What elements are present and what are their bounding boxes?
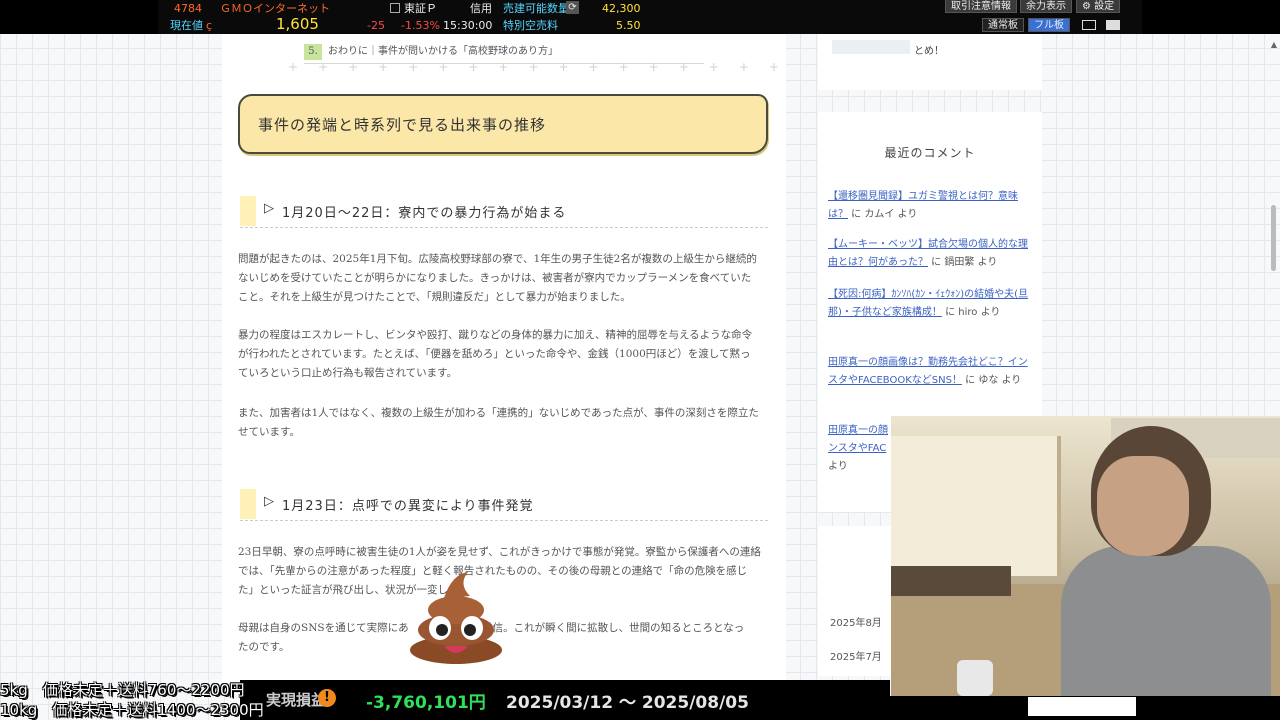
paragraph-3: また、加害者は1人ではなく、複数の上級生が加わる「連携的」ないじめであった点が、… [238, 404, 770, 442]
poop-icon [410, 572, 502, 664]
comment-item: 【死因:何病】ｶﾝｿﾊ(ｶﾝ・ｲｪｳｫﾝ)の結婚や夫(旦那)・子供など家族構成！… [828, 286, 1036, 322]
current-price: 1,605 [276, 15, 319, 33]
decorative-plus-row: ++++++++++++++++++++ [288, 60, 786, 74]
layout-split-icon[interactable] [1106, 20, 1120, 30]
price-mark-icon: ç [206, 19, 213, 32]
price-change-pct: -1.53% [401, 19, 440, 32]
price-time: 15:30:00 [443, 19, 493, 32]
gear-icon: ⚙ [1082, 1, 1095, 12]
subheading-2: ▷ 1月23日：点呼での異変により事件発覚 [240, 487, 768, 521]
pnl-period: 2025/03/12 ～ 2025/08/05 [506, 693, 749, 713]
archive-link[interactable]: 2025年7月 [830, 648, 882, 663]
current-price-label: 現在値 [170, 19, 203, 32]
triangle-icon: ▷ [264, 201, 274, 216]
subheading-1-text: 1月20日〜22日：寮内での暴力行為が始まる [282, 206, 567, 221]
warning-icon: ! [318, 689, 336, 707]
sidebar-top-card: とめ！ [818, 34, 1042, 90]
person-face [1097, 456, 1189, 556]
desk-items [891, 566, 1011, 596]
subheading-1: ▷ 1月20日〜22日：寮内での暴力行為が始まる [240, 194, 768, 228]
recent-comments-title: 最近のコメント [884, 146, 976, 160]
pnl-value: -3,760,101円 [366, 693, 486, 713]
sidebar-top-text: とめ！ [914, 46, 944, 57]
line: が行われたとされています。たとえば、「便器を舐めろ」といった命令や、金銭（100… [238, 348, 751, 360]
main-heading: 事件の発端と時系列で見る出来事の推移 [258, 116, 547, 134]
sell-qty-value: 42,300 [602, 2, 641, 15]
toc-number: 5. [304, 44, 322, 60]
price-line-1: 5kg 価格未定＋送料760～2200円 [0, 681, 245, 699]
triangle-icon: ▷ [264, 494, 274, 509]
paragraph-2: 暴力の程度はエスカレートし、ビンタや殴打、蹴りなどの身体的暴力に加え、精神的屈辱… [238, 326, 770, 383]
line: ないじめを受けていたことが明らかになりました。きっかけは、被害者が寮内でカップラ… [238, 272, 752, 284]
line: 暴力の程度はエスカレートし、ビンタや殴打、蹴りなどの身体的暴力に加え、精神的屈辱… [238, 329, 753, 341]
settings-label: 設定 [1094, 1, 1115, 12]
paragraph-1: 問題が起きたのは、2025年1月下旬。広陵高校野球部の寮で、1年生の男子生徒2名… [238, 250, 770, 307]
line: 問題が起きたのは、2025年1月下旬。広陵高校野球部の寮で、1年生の男子生徒2名… [238, 253, 757, 265]
webcam-overlay [891, 416, 1280, 696]
comment-link[interactable]: ンスタやFAC [828, 443, 886, 454]
comment-item: 【ムーキー・ベッツ】試合欠場の個人的な理由とは？何があった？ に 鍋田繁 より [828, 236, 1036, 272]
normal-board-button[interactable]: 通常板 [982, 18, 1024, 32]
archive-link[interactable]: 2025年8月 [830, 614, 882, 629]
full-board-button[interactable]: フル板 [1028, 18, 1070, 32]
doc-icon [390, 3, 400, 13]
faded-overlay-text [0, 620, 240, 680]
scrollbar-thumb[interactable] [1271, 205, 1276, 271]
comment-author: に カムイ より [848, 209, 918, 220]
comment-author: に hiro より [941, 307, 1001, 318]
stock-ticker-bar: 4784 ＧＭＯインターネット 東証Ｐ 信用 売建可能数量 ⟳ 42,300 現… [0, 0, 1280, 34]
fee-label: 特別空売料 [503, 19, 558, 32]
blank-label [1028, 697, 1136, 716]
fee-value: 5.50 [616, 19, 641, 32]
line: せています。 [238, 426, 300, 438]
line: ていろという口止め行為も報告されています。 [238, 367, 458, 379]
company-name: ＧＭＯインターネット [220, 2, 330, 15]
price-line-2: 10kg 価格未定＋送料1400～2300円 [0, 701, 264, 719]
subheading-2-text: 1月23日：点呼での異変により事件発覚 [282, 499, 534, 514]
line: こと。それを上級生が見つけたことで、「規則違反だ」として暴力が始まりました。 [238, 291, 631, 303]
settings-button[interactable]: ⚙ 設定 [1076, 0, 1121, 13]
comment-author: に 鍋田繁 より [928, 257, 998, 268]
blurred-text [832, 40, 910, 54]
notice-button[interactable]: 取引注意情報 [945, 0, 1017, 13]
bottle [957, 660, 993, 696]
margin-label: 信用 [470, 2, 492, 15]
pnl-label: 実現損益 [266, 691, 327, 709]
stock-code: 4784 [174, 2, 202, 15]
subheading-marker [240, 196, 256, 226]
toc-text: おわりに｜事件が問いかける「高校野球のあり方」 [328, 46, 558, 57]
sell-qty-label: 売建可能数量 [503, 2, 569, 15]
comment-item: 田原真一の顔画像は？勤務先会社どこ？インスタやFACEBOOKなどSNS！ に … [828, 354, 1036, 390]
room-window [891, 436, 1061, 576]
layout-single-icon[interactable] [1082, 20, 1096, 30]
realized-pnl-bar: 実現損益 ! -3,760,101円 2025/03/12 ～ 2025/08/… [240, 680, 890, 720]
comment-item: 【還移圏見聞録】ユガミ警視とは何？意味は？ に カムイ より [828, 188, 1036, 224]
line: 23日早朝、寮の点呼時に被害生徒の1人が姿を見せず、これがきっかけで事態が発覚。… [238, 546, 761, 558]
comment-author: に ゆな より [961, 375, 1022, 386]
line: また、加害者は1人ではなく、複数の上級生が加わる「連携的」ないじめであった点が、… [238, 407, 759, 419]
comment-link[interactable]: 田原真一の顔 [828, 425, 888, 436]
scroll-up-icon[interactable]: ▲ [1271, 40, 1277, 49]
comment-author: より [828, 461, 848, 472]
subheading-marker [240, 489, 256, 519]
price-change: -25 [367, 19, 385, 32]
person-body [1061, 546, 1271, 696]
refresh-icon[interactable]: ⟳ [566, 1, 579, 14]
section-heading-box: 事件の発端と時系列で見る出来事の推移 [238, 94, 768, 154]
market-label: 東証Ｐ [404, 2, 437, 15]
power-button[interactable]: 余力表示 [1020, 0, 1072, 13]
